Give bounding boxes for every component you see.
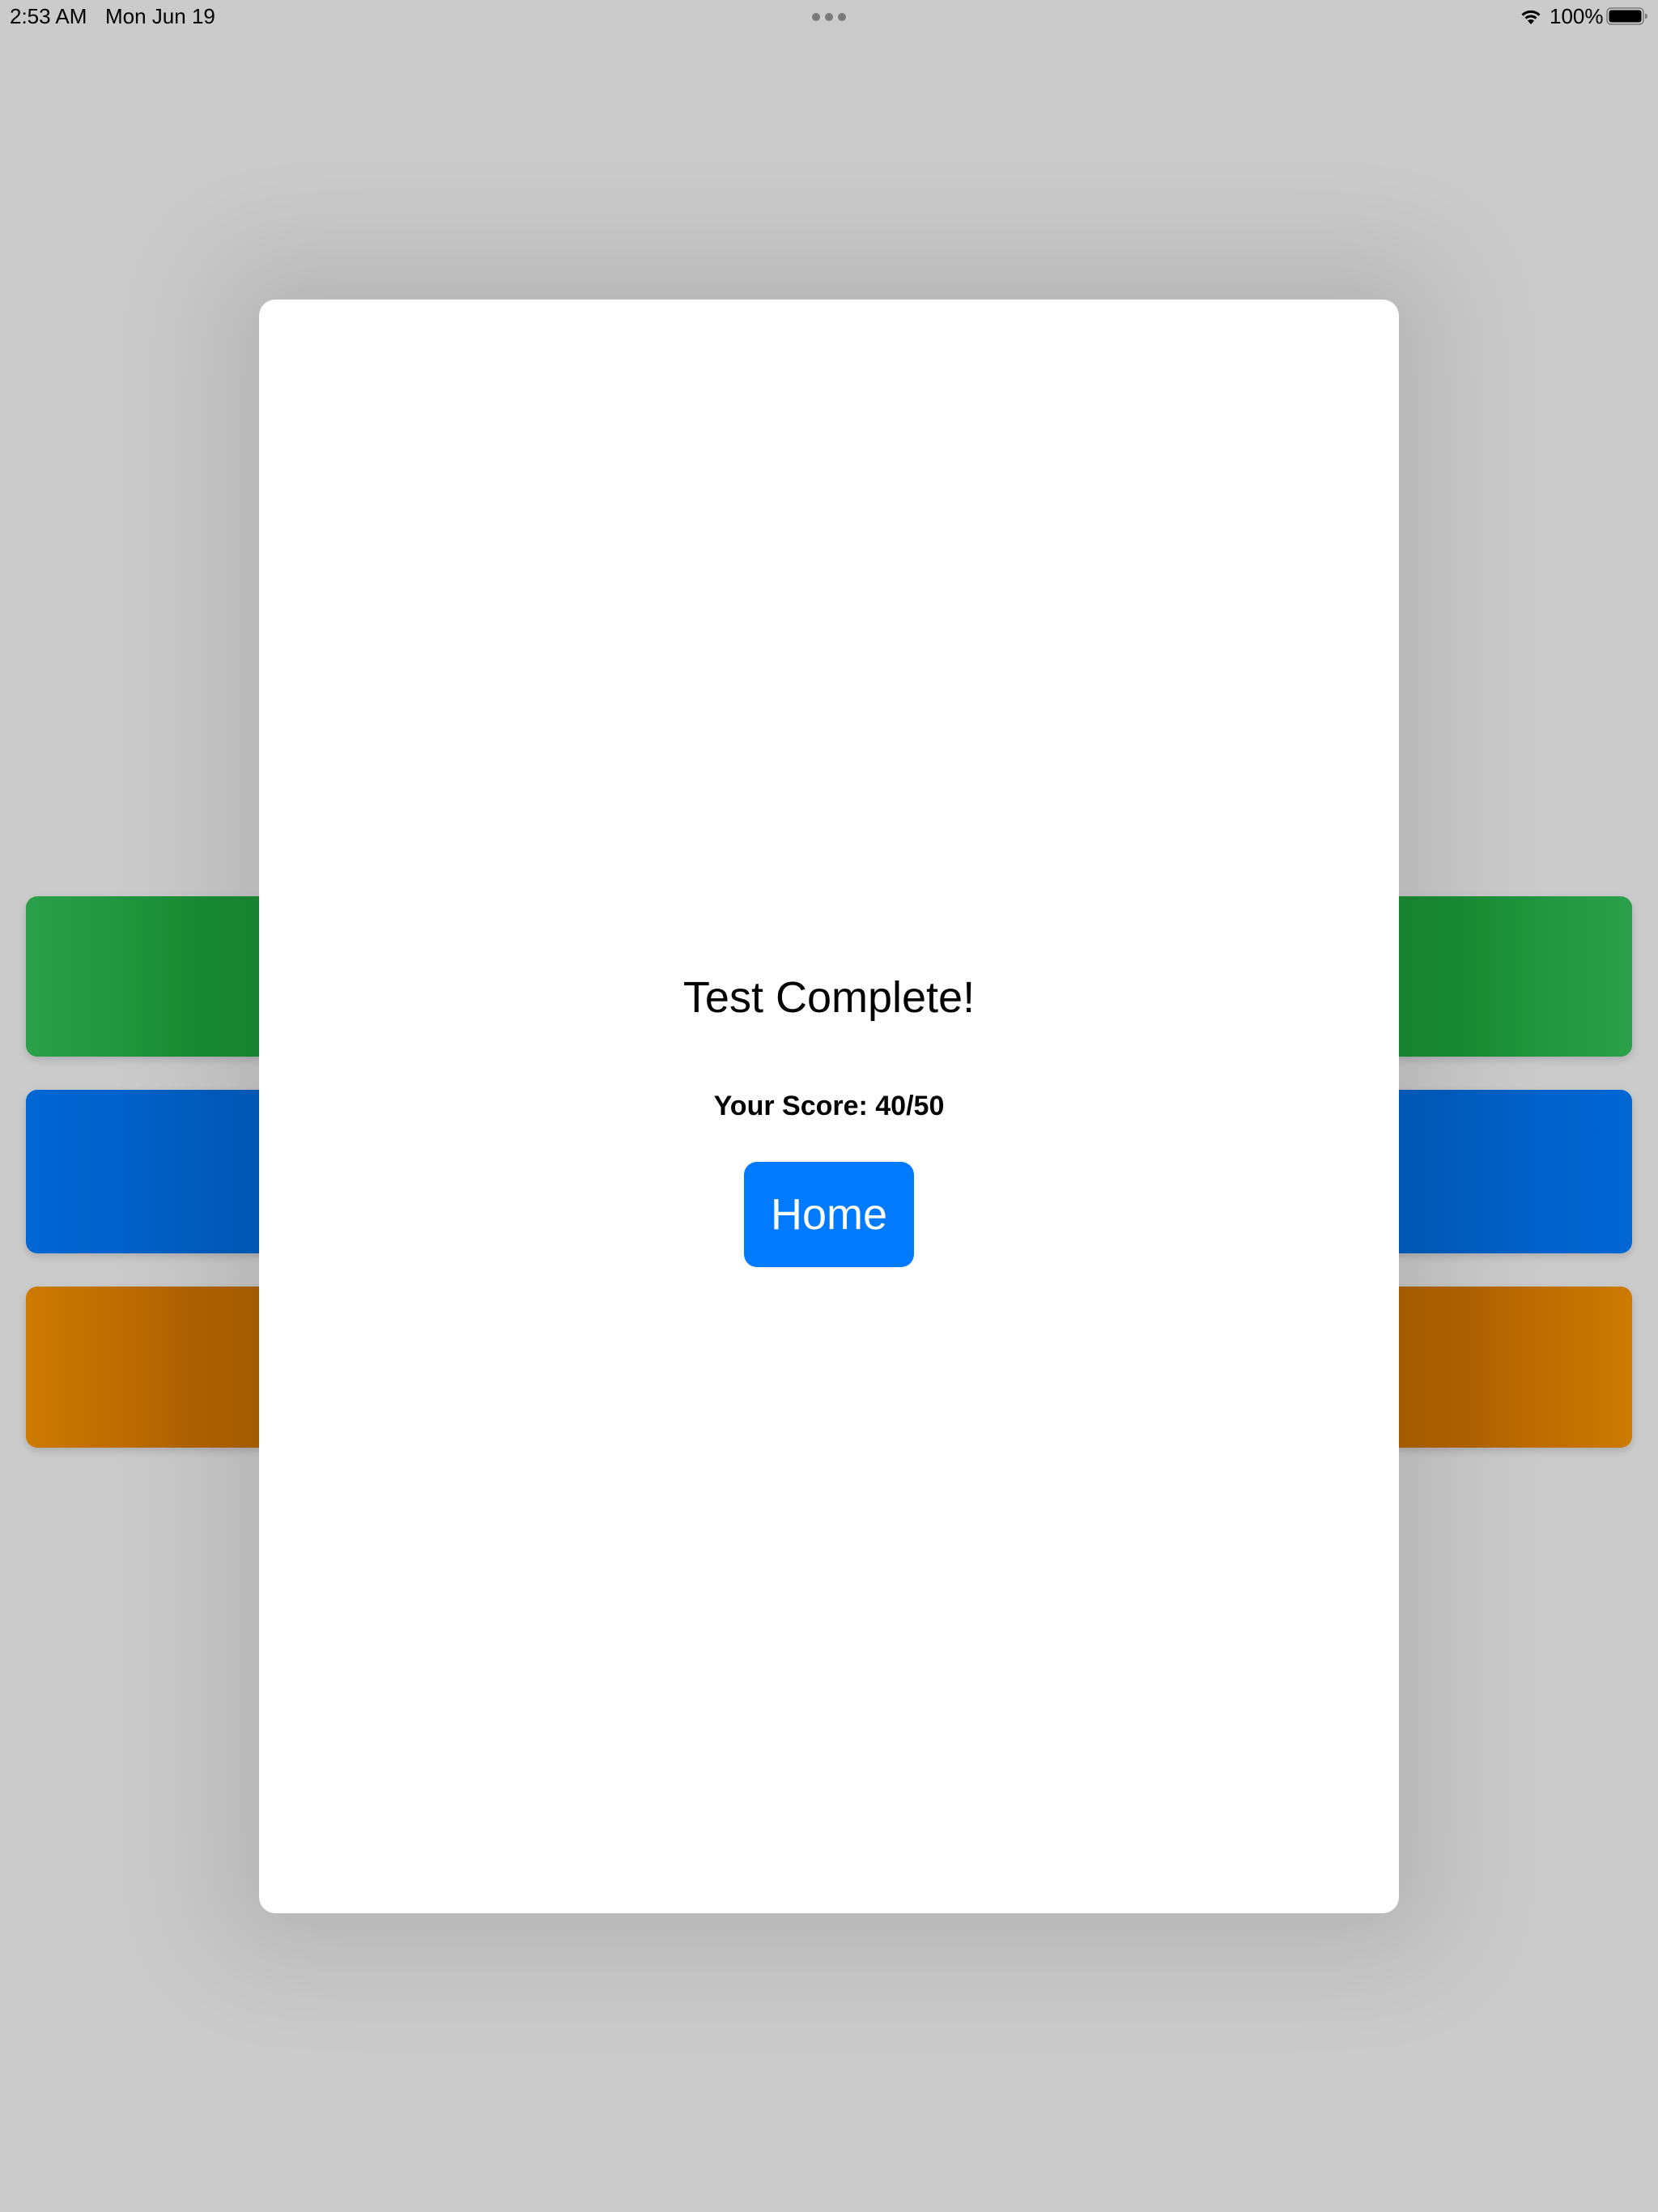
battery-percent: 100% [1550, 4, 1604, 28]
status-bar: 2:53 AM Mon Jun 19 100% [0, 0, 1658, 32]
score-text: Your Score: 40/50 [713, 1091, 945, 1121]
modal-title: Test Complete! [682, 973, 976, 1022]
status-date: Mon Jun 19 [105, 4, 215, 28]
multitasking-dots-icon[interactable] [812, 13, 846, 21]
home-button[interactable]: Home [744, 1162, 914, 1267]
status-time: 2:53 AM [10, 4, 87, 28]
battery-icon [1606, 7, 1647, 25]
wifi-icon [1521, 10, 1541, 24]
